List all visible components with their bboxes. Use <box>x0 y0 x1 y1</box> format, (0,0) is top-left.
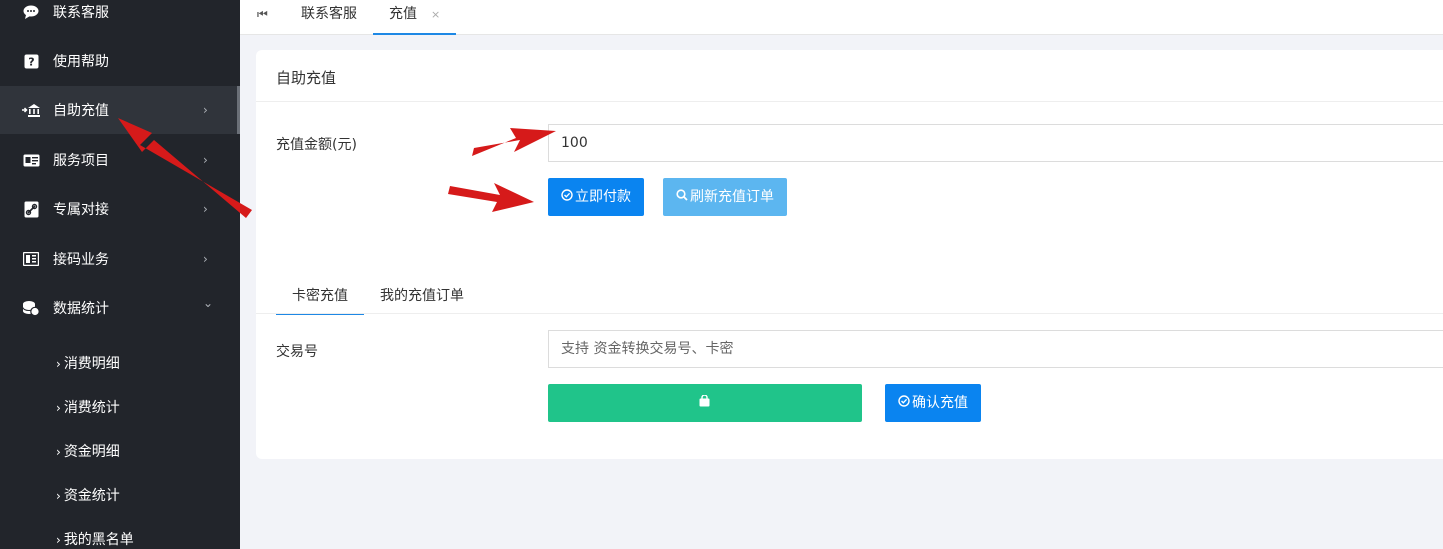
chevron-right-icon: › <box>203 103 208 117</box>
check-circle-icon <box>561 178 573 216</box>
refresh-orders-button[interactable]: 刷新充值订单 <box>663 178 787 216</box>
shopping-bag-icon <box>699 384 710 422</box>
sidebar-subitem-consumption-stats[interactable]: › 消费统计 <box>56 398 120 418</box>
chevron-right-icon: › <box>203 252 208 266</box>
bank-icon <box>22 101 40 119</box>
link-doc-icon <box>22 200 40 218</box>
chevron-right-icon: › <box>56 445 61 459</box>
sidebar-subitem-fund-stats[interactable]: › 资金统计 <box>56 486 120 506</box>
chevron-right-icon: › <box>56 357 61 371</box>
sidebar-item-label: 接码业务 <box>53 252 109 268</box>
sidebar-item-services[interactable]: 服务项目 › <box>0 136 240 184</box>
chevron-right-icon: › <box>56 401 61 415</box>
chevron-right-icon: › <box>203 202 208 216</box>
chevron-right-icon: › <box>203 153 208 167</box>
sms-icon <box>22 250 40 268</box>
sidebar-item-label: 专属对接 <box>53 202 109 218</box>
card-icon <box>22 151 40 169</box>
chevron-right-icon: › <box>56 533 61 547</box>
tab-recharge[interactable]: 充值 × <box>373 0 457 35</box>
sidebar-item-label: 使用帮助 <box>53 54 109 70</box>
sidebar: 联系客服 ? 使用帮助 自助充值 › 服务项目 › 专属对接 › 接码业务 › <box>0 0 240 549</box>
sidebar-item-stats[interactable]: 数据统计 ⌄ <box>0 284 240 332</box>
help-icon: ? <box>22 52 40 70</box>
sidebar-item-help[interactable]: ? 使用帮助 <box>0 37 240 85</box>
card-header: 自助充值 <box>256 50 1443 102</box>
divider <box>256 313 1443 314</box>
buy-card-button[interactable]: 购买卡密充值 （USDT,BTC,TRX,ETH, Aipay.） <box>548 384 862 449</box>
trade-no-input[interactable]: 支持 资金转换交易号、卡密 <box>548 330 1443 368</box>
close-icon[interactable]: × <box>431 8 440 21</box>
check-circle-icon <box>898 384 910 422</box>
first-page-icon[interactable]: ⏮ <box>257 7 268 22</box>
sidebar-item-dedicated[interactable]: 专属对接 › <box>0 185 240 233</box>
card-title: 自助充值 <box>276 69 337 87</box>
amount-label: 充值金额(元) <box>276 137 357 153</box>
confirm-recharge-button[interactable]: 确认充值 <box>885 384 981 422</box>
sidebar-item-label: 数据统计 <box>53 301 109 317</box>
tab-contact[interactable]: 联系客服 <box>301 0 357 35</box>
sidebar-item-recharge[interactable]: 自助充值 › <box>0 86 240 134</box>
coins-icon <box>22 299 40 317</box>
sidebar-item-label: 自助充值 <box>53 103 109 119</box>
trade-no-label: 交易号 <box>276 344 318 360</box>
chevron-right-icon: › <box>56 489 61 503</box>
sidebar-subitem-blacklist[interactable]: › 我的黑名单 <box>56 530 134 549</box>
amount-input[interactable]: 100 <box>548 124 1443 162</box>
sidebar-item-label: 联系客服 <box>53 5 109 21</box>
tab-my-orders[interactable]: 我的充值订单 <box>380 279 464 315</box>
sidebar-subitem-fund-detail[interactable]: › 资金明细 <box>56 442 120 462</box>
chevron-down-icon: ⌄ <box>203 296 214 310</box>
svg-text:?: ? <box>28 55 34 68</box>
sidebar-subitem-consumption-detail[interactable]: › 消费明细 <box>56 354 120 374</box>
tab-bar: ⏮ 联系客服 充值 × <box>240 0 1443 35</box>
pay-now-button[interactable]: 立即付款 <box>548 178 644 216</box>
search-icon <box>676 178 688 216</box>
sidebar-item-contact[interactable]: 联系客服 <box>0 0 240 36</box>
sidebar-item-sms[interactable]: 接码业务 › <box>0 235 240 283</box>
chat-icon <box>22 3 40 21</box>
sidebar-item-label: 服务项目 <box>53 153 109 169</box>
tab-card-recharge[interactable]: 卡密充值 <box>276 279 364 315</box>
